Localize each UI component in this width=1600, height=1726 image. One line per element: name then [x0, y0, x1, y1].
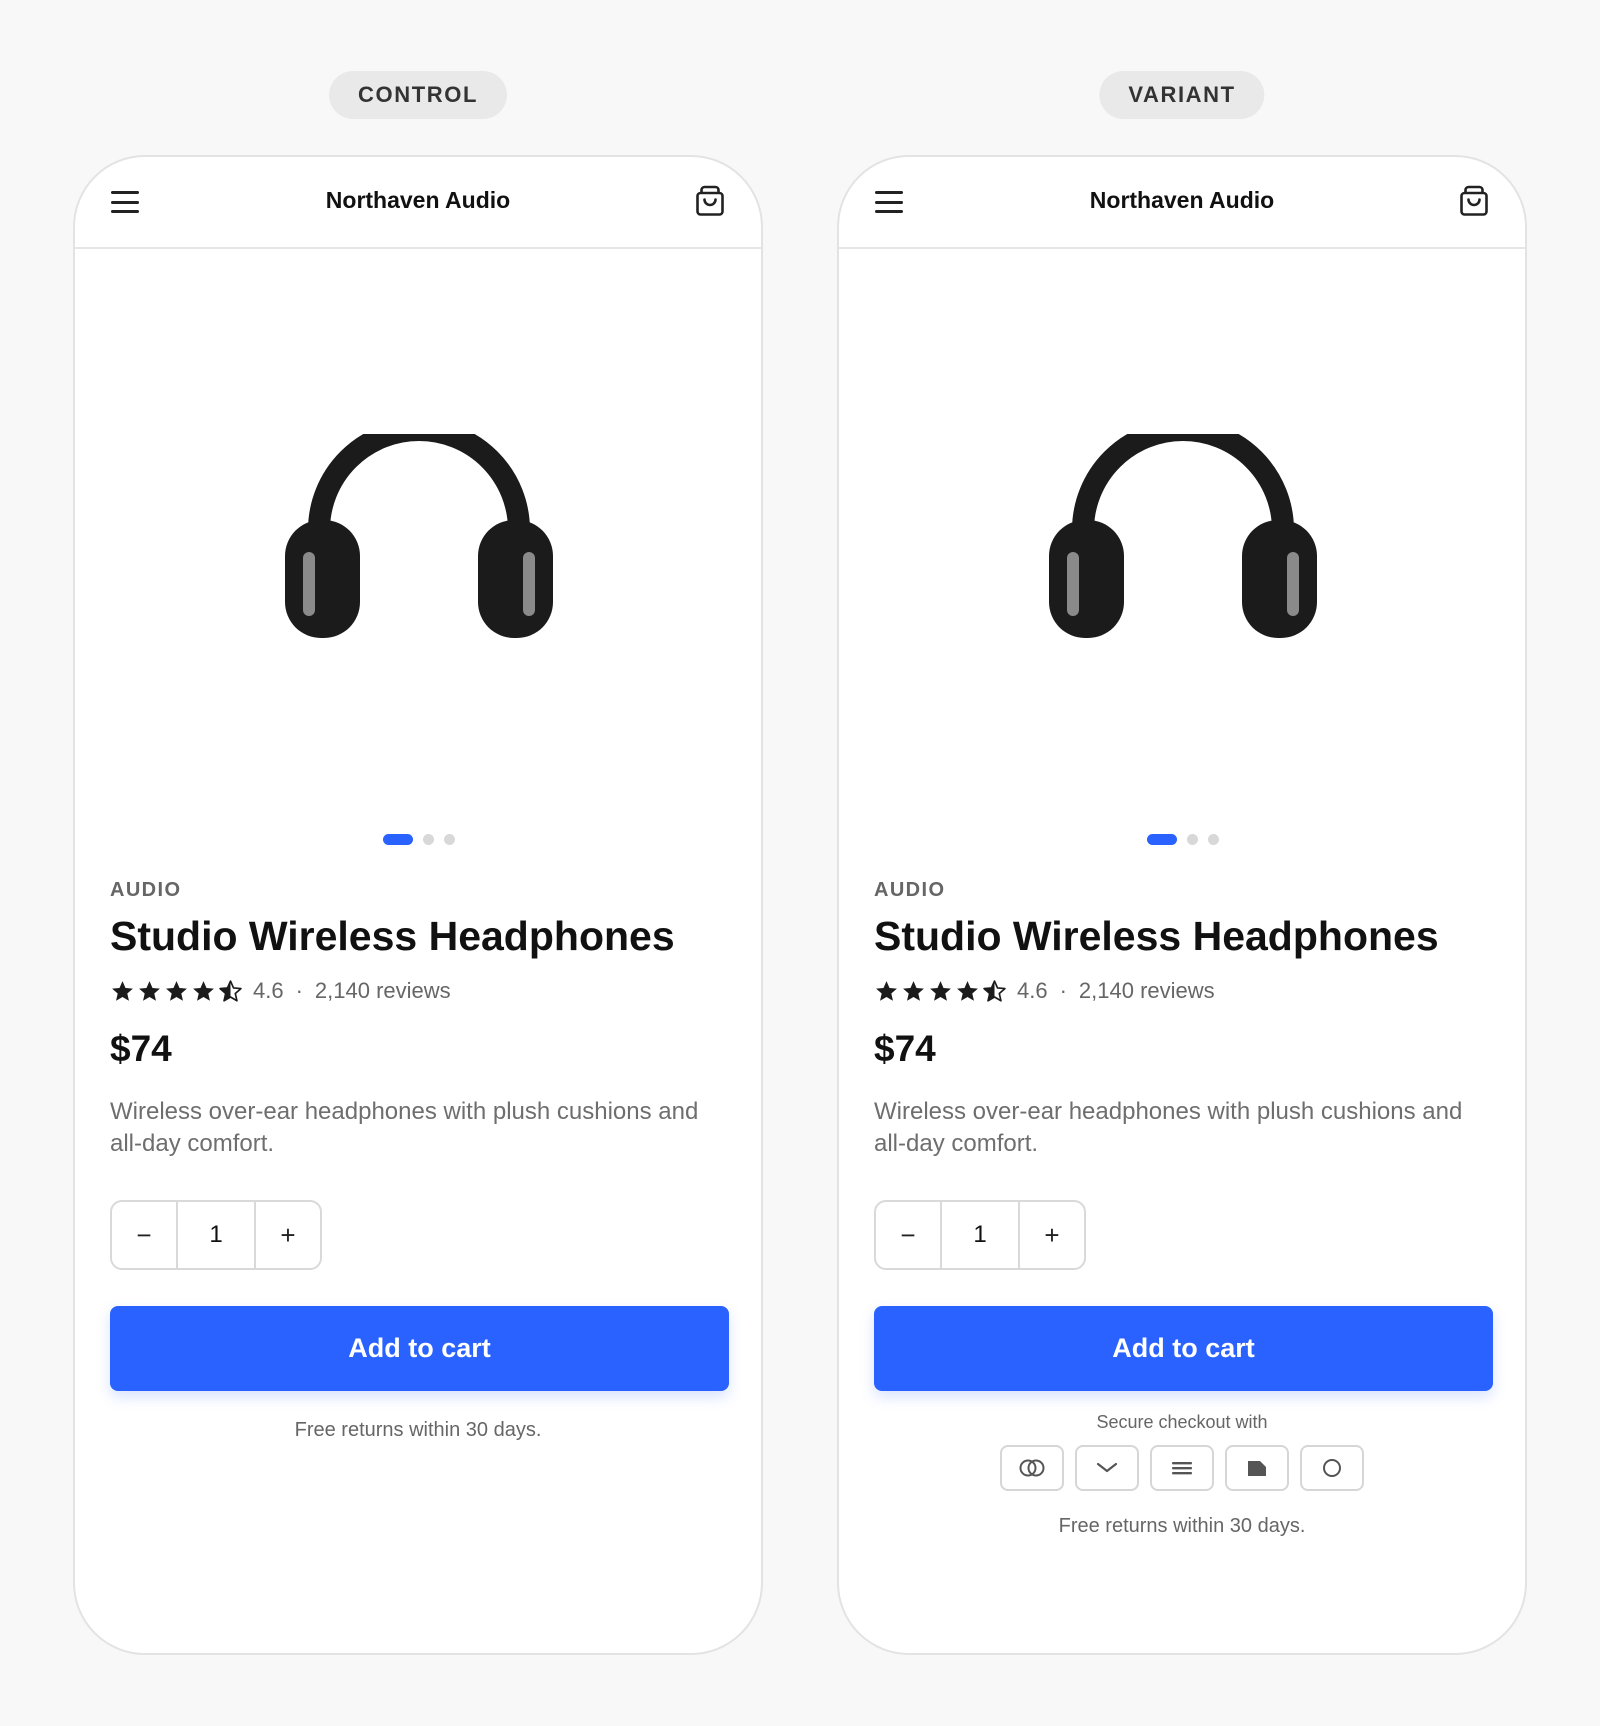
star-icon — [139, 980, 160, 1001]
carousel-dot[interactable] — [1208, 834, 1219, 845]
variant-column: VARIANT Northaven Audio AUDIO Studio Wir… — [837, 0, 1527, 1726]
top-nav: Northaven Audio — [839, 157, 1525, 249]
phone-frame: Northaven Audio AUDIO Studio Wireless He… — [73, 155, 763, 1655]
carousel-dot[interactable] — [444, 834, 455, 845]
carousel-dot[interactable] — [423, 834, 434, 845]
returns-note: Free returns within 30 days. — [294, 1419, 542, 1441]
returns-note: Free returns within 30 days. — [1058, 1515, 1306, 1537]
list-lines-icon — [1172, 1462, 1192, 1475]
star-rating — [874, 979, 1007, 1004]
star-icon — [193, 980, 214, 1001]
headphones-icon — [285, 434, 553, 638]
top-nav: Northaven Audio — [75, 157, 761, 249]
payment-method-badge — [1300, 1445, 1364, 1491]
product-description: Wireless over-ear headphones with plush … — [874, 1098, 1463, 1157]
star-icon — [876, 980, 897, 1001]
rating-value: 4.6 — [253, 978, 284, 1003]
product-category: AUDIO — [110, 879, 182, 901]
product-price: $74 — [874, 1028, 936, 1069]
control-column: CONTROL Northaven Audio AUDIO Studio Wir… — [73, 0, 763, 1726]
star-icon — [166, 980, 187, 1001]
product-title: Studio Wireless Headphones — [874, 913, 1439, 959]
star-rating — [110, 979, 243, 1004]
payment-method-badge — [1225, 1445, 1289, 1491]
payment-method-badge — [1075, 1445, 1139, 1491]
rating-separator: · — [1059, 978, 1067, 1003]
increase-quantity-button[interactable]: + — [1020, 1202, 1084, 1268]
decrease-quantity-button[interactable]: − — [112, 1202, 176, 1268]
control-label: CONTROL — [329, 71, 507, 119]
payment-method-badge — [1000, 1445, 1064, 1491]
quantity-value[interactable]: 1 — [940, 1202, 1020, 1268]
add-to-cart-button[interactable]: Add to cart — [874, 1306, 1493, 1391]
store-name: Northaven Audio — [1089, 187, 1275, 213]
product-title: Studio Wireless Headphones — [110, 913, 675, 959]
carousel-dot-active[interactable] — [1147, 834, 1177, 845]
product-image[interactable] — [75, 249, 761, 769]
star-icon — [930, 980, 951, 1001]
rating-value: 4.6 — [1017, 978, 1048, 1003]
secure-checkout-label: Secure checkout with — [1096, 1412, 1268, 1432]
carousel-dot[interactable] — [1187, 834, 1198, 845]
rating-separator: · — [295, 978, 303, 1003]
carousel-indicator — [75, 834, 761, 846]
product-rating: 4.6 · 2,140 reviews — [110, 977, 451, 1005]
star-icon — [112, 980, 133, 1001]
shopping-bag-icon[interactable] — [695, 185, 725, 217]
phone-frame: Northaven Audio AUDIO Studio Wireless He… — [837, 155, 1527, 1655]
variant-label: VARIANT — [1099, 71, 1265, 119]
circle-icon — [1323, 1459, 1341, 1477]
product-description: Wireless over-ear headphones with plush … — [110, 1098, 699, 1157]
product-price: $74 — [110, 1028, 172, 1069]
carousel-dot-active[interactable] — [383, 834, 413, 845]
star-icon — [903, 980, 924, 1001]
star-icon — [957, 980, 978, 1001]
payment-method-badge — [1150, 1445, 1214, 1491]
headphones-icon — [1049, 434, 1317, 638]
review-count-link[interactable]: 2,140 reviews — [1079, 978, 1215, 1004]
store-name: Northaven Audio — [325, 187, 511, 213]
payment-methods — [839, 1445, 1525, 1491]
quantity-stepper: − 1 + — [874, 1200, 1086, 1270]
linked-circles-icon — [1019, 1459, 1045, 1477]
folded-card-icon — [1248, 1461, 1266, 1476]
chevron-down-icon — [1096, 1462, 1118, 1473]
half-star-icon — [219, 979, 242, 1002]
product-category: AUDIO — [874, 879, 946, 901]
product-rating: 4.6 · 2,140 reviews — [874, 977, 1215, 1005]
half-star-icon — [983, 979, 1006, 1002]
quantity-value[interactable]: 1 — [176, 1202, 256, 1268]
product-image[interactable] — [839, 249, 1525, 769]
decrease-quantity-button[interactable]: − — [876, 1202, 940, 1268]
shopping-bag-icon[interactable] — [1459, 185, 1489, 217]
review-count-link[interactable]: 2,140 reviews — [315, 978, 451, 1004]
carousel-indicator — [839, 834, 1525, 846]
quantity-stepper: − 1 + — [110, 1200, 322, 1270]
increase-quantity-button[interactable]: + — [256, 1202, 320, 1268]
add-to-cart-button[interactable]: Add to cart — [110, 1306, 729, 1391]
